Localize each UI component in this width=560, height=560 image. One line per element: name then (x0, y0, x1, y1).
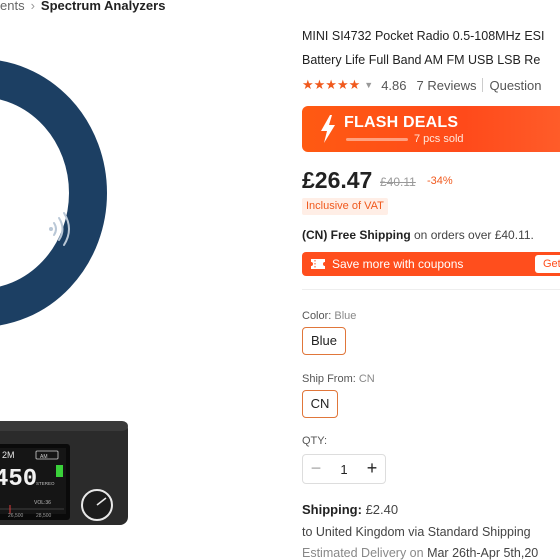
estimated-delivery-label: Estimated Delivery on (302, 546, 424, 560)
shipping-value: £2.40 (365, 502, 399, 517)
device-vol: VOL:36 (34, 500, 51, 506)
rating-value: 4.86 (381, 77, 407, 93)
breadcrumb-current[interactable]: Spectrum Analyzers (41, 0, 166, 13)
color-label-text: Color: (302, 310, 332, 322)
battery-icon (56, 465, 63, 477)
qty-label: QTY: (302, 435, 328, 447)
estimated-delivery-dates: Mar 26th-Apr 5th,20 (427, 546, 539, 560)
breadcrumb: ents › Spectrum Analyzers (0, 0, 165, 13)
device-scale-a: 26,500 (8, 513, 24, 519)
chevron-down-icon[interactable]: ▼ (364, 80, 373, 90)
shipping-destination[interactable]: to United Kingdom via Standard Shipping (302, 525, 531, 539)
color-selected-value: Blue (334, 310, 357, 322)
estimated-delivery: Estimated Delivery on Mar 26th-Apr 5th,2… (302, 546, 538, 560)
lanyard-ring (0, 60, 107, 326)
section-divider (302, 289, 560, 290)
device-scale-b: 28,500 (36, 513, 52, 519)
rating-row: ★★★★★ ▼ 4.86 7 Reviews Question (302, 76, 542, 94)
vat-badge: Inclusive of VAT (302, 198, 388, 215)
product-title-line2: Battery Life Full Band AM FM USB LSB Re (302, 53, 541, 67)
product-image-svg: 2M 450 AM STEREO VOL:36 26,500 28,500 (0, 60, 128, 525)
get-coupon-button[interactable]: Get (535, 255, 560, 273)
discount-badge: -34% (427, 175, 453, 187)
free-shipping-info: (CN) Free Shipping on orders over £40.11… (302, 228, 534, 242)
device-freq: 450 (0, 466, 37, 493)
free-shipping-label: (CN) Free Shipping (302, 228, 411, 242)
ship-from-label-text: Ship From: (302, 373, 356, 385)
divider (482, 78, 484, 92)
breadcrumb-item[interactable]: ents (0, 0, 25, 13)
device-mode-b: STEREO (36, 481, 55, 486)
nfc-dot (49, 227, 53, 231)
star-rating-icon[interactable]: ★★★★★ (302, 77, 360, 93)
color-option-blue[interactable]: Blue (302, 327, 346, 355)
questions-link[interactable]: Question (489, 78, 541, 93)
qty-input[interactable]: 1 (336, 462, 352, 477)
product-image[interactable]: 2M 450 AM STEREO VOL:36 26,500 28,500 (0, 18, 290, 560)
flash-deals-title: FLASH DEALS (344, 114, 459, 131)
chevron-right-icon: › (30, 0, 35, 13)
lightning-icon (321, 115, 335, 143)
ship-from-option-cn[interactable]: CN (302, 390, 338, 418)
reviews-link[interactable]: 7 Reviews (417, 78, 477, 93)
product-title-line1: MINI SI4732 Pocket Radio 0.5-108MHz ESI (302, 29, 545, 43)
qty-decrement-button[interactable]: − (309, 459, 323, 479)
original-price: £40.11 (380, 175, 416, 189)
qty-increment-button[interactable]: + (364, 457, 380, 479)
ship-from-label: Ship From: CN (302, 373, 375, 385)
color-label: Color: Blue (302, 310, 356, 322)
free-shipping-condition: on orders over £40.11. (410, 228, 534, 242)
coupon-text: Save more with coupons (332, 257, 464, 271)
device-mode-a: AM (40, 454, 48, 460)
device-freq-prefix: 2M (2, 450, 15, 460)
shipping-label: Shipping: (302, 502, 362, 517)
product-title: MINI SI4732 Pocket Radio 0.5-108MHz ESI … (302, 24, 560, 72)
shipping-cost: Shipping: £2.40 (302, 502, 398, 517)
flash-sold-count: 7 pcs sold (414, 133, 464, 145)
coupon-icon (311, 259, 325, 269)
current-price: £26.47 (302, 167, 373, 193)
sold-progress-bar (346, 138, 408, 141)
ship-from-selected-value: CN (358, 373, 375, 385)
